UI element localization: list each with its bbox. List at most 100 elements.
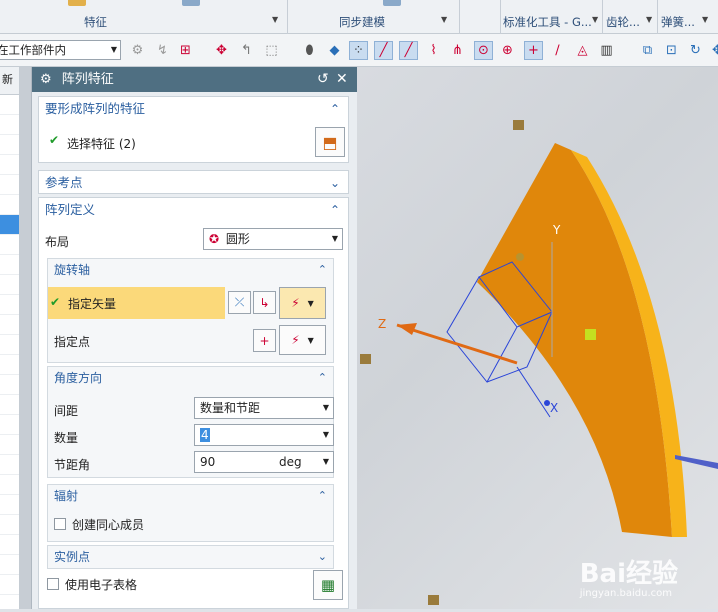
navigator-row[interactable] (0, 515, 19, 535)
snap-icon[interactable]: ↯ (153, 41, 172, 60)
count-field[interactable]: 4 ▼ (194, 424, 334, 446)
angle-direction-header[interactable]: 角度方向 ⌃ (48, 367, 333, 389)
navigator-row[interactable] (0, 535, 19, 555)
chevron-down-icon[interactable]: ⌄ (318, 546, 327, 568)
concentric-members-checkbox[interactable] (54, 518, 66, 530)
navigator-row[interactable] (0, 495, 19, 515)
grid-icon[interactable]: ▥ (597, 41, 616, 60)
point-on-curve-icon[interactable]: ∕ (548, 41, 567, 60)
reverse-direction-button[interactable]: ⤫ (228, 291, 251, 314)
zoom-icon[interactable]: ⊡ (662, 41, 681, 60)
select-feature-button[interactable]: ⬒ (315, 127, 345, 157)
navigator-row[interactable] (0, 115, 19, 135)
navigator-row[interactable] (0, 355, 19, 375)
instance-marker[interactable] (360, 354, 371, 364)
navigator-header[interactable]: 新 (0, 67, 19, 95)
existing-point-icon[interactable]: + (524, 41, 543, 60)
navigator-row[interactable] (0, 435, 19, 455)
chevron-down-icon[interactable]: ▼ (272, 15, 278, 24)
ribbon-group-feature[interactable]: 特征 (84, 14, 107, 30)
ribbon-tool-icon[interactable] (182, 0, 200, 6)
selection-scope-dropdown[interactable]: 在工作部件内 ▼ (0, 40, 121, 60)
navigator-row[interactable] (0, 275, 19, 295)
fit-view-icon[interactable]: ⧉ (638, 41, 657, 60)
select-feature-icon[interactable]: ⊞ (176, 41, 195, 60)
navigator-row[interactable] (0, 255, 19, 275)
instance-points-header[interactable]: 实例点 ⌄ (48, 546, 333, 568)
navigator-row[interactable] (0, 135, 19, 155)
navigator-row[interactable] (0, 315, 19, 335)
chevron-up-icon[interactable]: ⌃ (318, 367, 327, 389)
arc-center-icon[interactable]: ⊙ (474, 41, 493, 60)
panel-splitter[interactable] (20, 67, 31, 609)
transform-icon[interactable]: ↰ (237, 41, 256, 60)
pan-icon[interactable]: ✥ (708, 41, 718, 60)
cube-icon[interactable]: ◆ (325, 41, 344, 60)
navigator-row[interactable] (0, 95, 19, 115)
pitch-angle-field[interactable]: 90 deg ▼ (194, 451, 334, 473)
array-definition-header[interactable]: 阵列定义 ⌃ (39, 198, 348, 222)
ribbon-sync-icon[interactable] (383, 0, 401, 6)
point-marker[interactable] (585, 329, 596, 340)
vector-type-dropdown[interactable]: ⚡ ▼ (279, 287, 326, 319)
point-type-dropdown[interactable]: ⚡ ▼ (279, 325, 326, 355)
ribbon-group-gear[interactable]: 齿轮... (606, 14, 640, 30)
chevron-up-icon[interactable]: ⌃ (318, 485, 327, 507)
select-feature-label[interactable]: 选择特征 (2) (67, 135, 136, 152)
snap-point-icon[interactable]: ⁘ (349, 41, 368, 60)
spreadsheet-button[interactable]: ▦ (313, 570, 343, 600)
ribbon-group-standard-tools[interactable]: 标准化工具 - G... (503, 14, 592, 30)
rotation-axis-header[interactable]: 旋转轴 ⌃ (48, 259, 333, 281)
point-on-face-icon[interactable]: ◬ (573, 41, 592, 60)
layout-dropdown[interactable]: ✪ 圆形 ▼ (203, 228, 343, 250)
chevron-down-icon[interactable]: ▼ (441, 15, 447, 24)
vector-arrow[interactable] (396, 323, 518, 365)
spreadsheet-checkbox[interactable] (47, 578, 59, 590)
ribbon-feature-icon[interactable] (68, 0, 86, 6)
chevron-down-icon[interactable]: ▼ (592, 15, 598, 24)
navigator-row[interactable] (0, 555, 19, 575)
spacing-dropdown[interactable]: 数量和节距 ▼ (194, 397, 334, 419)
chevron-up-icon[interactable]: ⌃ (330, 97, 340, 121)
line-midpoint-icon[interactable]: ╱ (399, 41, 418, 60)
close-icon[interactable]: ✕ (336, 67, 348, 92)
navigator-row[interactable] (0, 415, 19, 435)
chevron-down-icon[interactable]: ⌄ (330, 171, 340, 195)
eraser-icon[interactable]: ⬮ (300, 41, 319, 60)
ribbon-group-sync-modeling[interactable]: 同步建模 (339, 14, 385, 30)
navigator-row[interactable] (0, 575, 19, 595)
navigator-row[interactable] (0, 375, 19, 395)
filter-icon[interactable]: ⚙ (128, 41, 147, 60)
navigator-row[interactable] (0, 455, 19, 475)
chevron-down-icon[interactable]: ▼ (702, 15, 708, 24)
navigator-row[interactable] (0, 155, 19, 175)
navigator-row[interactable] (0, 235, 19, 255)
point-dialog-button[interactable]: + (253, 329, 276, 352)
navigator-row[interactable] (0, 195, 19, 215)
rotate-view-icon[interactable]: ↻ (686, 41, 705, 60)
radiation-header[interactable]: 辐射 ⌃ (48, 485, 333, 507)
ribbon-group-spring[interactable]: 弹簧... (661, 14, 695, 30)
chevron-up-icon[interactable]: ⌃ (318, 259, 327, 281)
part-face[interactable] (477, 143, 672, 537)
features-section-header[interactable]: 要形成阵列的特征 ⌃ (39, 97, 348, 121)
navigator-row[interactable] (0, 395, 19, 415)
instance-marker[interactable] (428, 595, 439, 605)
quadrant-icon[interactable]: ⊕ (498, 41, 517, 60)
reference-point-header[interactable]: 参考点 ⌄ (39, 171, 348, 195)
navigator-row[interactable] (0, 335, 19, 355)
navigator-row[interactable] (0, 295, 19, 315)
specify-vector-row[interactable]: ✔ 指定矢量 (48, 287, 225, 319)
reset-icon[interactable]: ↺ (317, 67, 329, 92)
line-endpoint-icon[interactable]: ╱ (374, 41, 393, 60)
move-icon[interactable]: ✥ (212, 41, 231, 60)
curve-point-icon[interactable]: ⌇ (424, 41, 443, 60)
navigator-row[interactable] (0, 175, 19, 195)
vector-dialog-button[interactable]: ↳ (253, 291, 276, 314)
chevron-up-icon[interactable]: ⌃ (330, 198, 340, 222)
chevron-down-icon[interactable]: ▼ (646, 15, 652, 24)
navigator-row-selected[interactable] (0, 215, 19, 235)
navigator-row[interactable] (0, 475, 19, 495)
instance-marker[interactable] (513, 120, 524, 130)
box-select-icon[interactable]: ⬚ (262, 41, 281, 60)
